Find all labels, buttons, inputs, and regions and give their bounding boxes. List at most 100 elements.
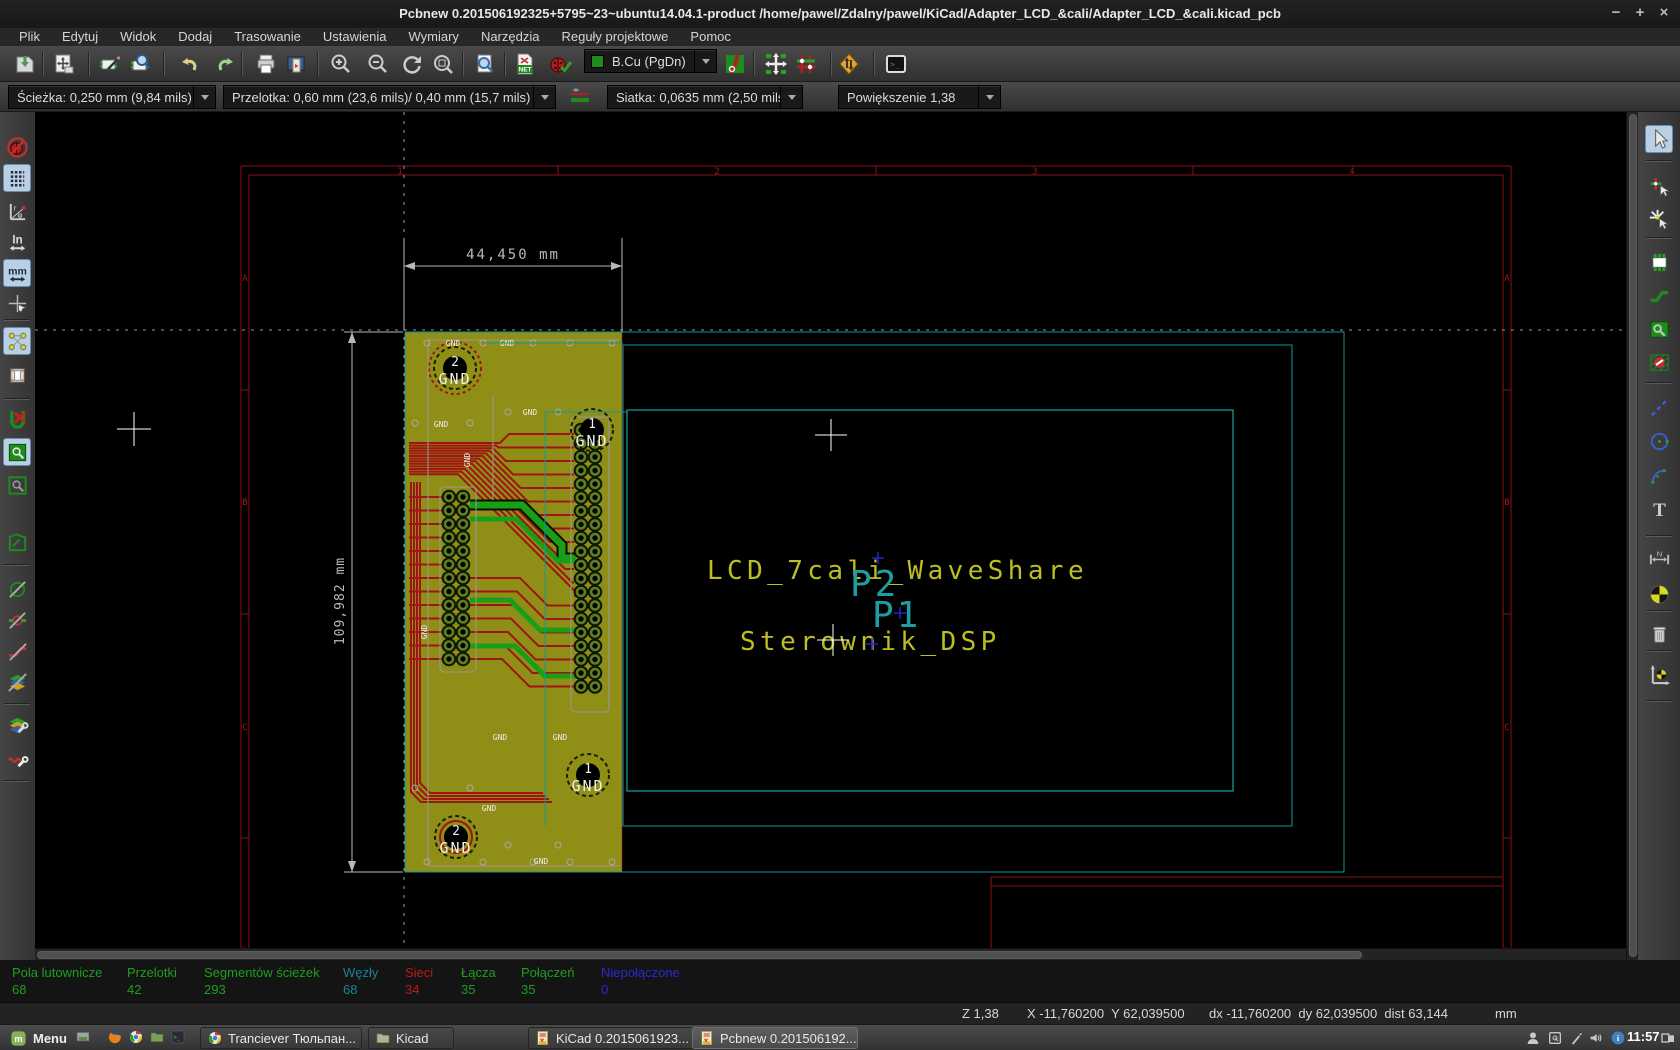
zoom-out-button[interactable] xyxy=(364,50,392,78)
add-circle-button[interactable] xyxy=(1645,427,1673,455)
add-footprint-button[interactable] xyxy=(1645,248,1673,276)
menu-widok[interactable]: Widok xyxy=(109,28,167,46)
zones-unfilled-button[interactable] xyxy=(3,471,31,499)
tray-disk-icon[interactable] xyxy=(1547,1030,1563,1046)
units-mm-button[interactable]: mm xyxy=(3,259,31,287)
footprint-mode-button[interactable] xyxy=(762,50,790,78)
track-width-select[interactable]: Ścieżka: 0,250 mm (9,84 mils) * xyxy=(8,85,216,109)
add-zone-button[interactable] xyxy=(1645,315,1673,343)
zoom-fit-button[interactable] xyxy=(429,50,457,78)
taskbar-task-2[interactable]: KiCad 0.2015061923... xyxy=(528,1027,694,1049)
menu-edytuj[interactable]: Edytuj xyxy=(51,28,109,46)
menu-wymiary[interactable]: Wymiary xyxy=(398,28,470,46)
maximize-button[interactable]: + xyxy=(1628,0,1652,28)
menu-narz-dzia[interactable]: Narzędzia xyxy=(470,28,551,46)
redo-button[interactable] xyxy=(212,50,240,78)
pads-sketch-button[interactable] xyxy=(3,575,31,603)
taskbar-task-1[interactable]: Kicad xyxy=(368,1027,454,1049)
auto-track-width-button[interactable] xyxy=(566,83,594,111)
workspace-switcher-icon[interactable] xyxy=(1660,1030,1676,1046)
menu-plik[interactable]: Plik xyxy=(8,28,51,46)
add-line-button[interactable] xyxy=(1645,393,1673,421)
count-value: 68 xyxy=(12,981,102,998)
chevron-down-icon[interactable] xyxy=(193,86,215,108)
delete-item-button[interactable] xyxy=(1645,620,1673,648)
minimize-button[interactable]: − xyxy=(1604,0,1628,28)
tray-user-icon[interactable] xyxy=(1525,1030,1541,1046)
track-mode-button[interactable] xyxy=(792,50,820,78)
files-launcher[interactable] xyxy=(149,1029,167,1047)
print-button[interactable] xyxy=(252,50,280,78)
page-settings-button[interactable] xyxy=(50,50,78,78)
close-button[interactable]: × xyxy=(1652,0,1676,28)
chevron-down-icon[interactable] xyxy=(533,86,555,108)
show-desktop-launcher[interactable] xyxy=(75,1029,93,1047)
track-autodelete-button[interactable] xyxy=(3,404,31,432)
zoom-level-select[interactable]: Powiększenie 1,38 xyxy=(838,85,1001,109)
select-button[interactable] xyxy=(1645,125,1673,153)
taskbar-task-3[interactable]: Pcbnew 0.201506192... xyxy=(692,1027,858,1049)
hscroll-thumb[interactable] xyxy=(37,951,1362,959)
layer-toggle-button[interactable] xyxy=(721,50,749,78)
chrome-launcher[interactable] xyxy=(128,1029,146,1047)
microwave-tools-button[interactable] xyxy=(3,743,31,771)
vertical-scrollbar[interactable] xyxy=(1626,112,1638,960)
tray-volume-icon[interactable] xyxy=(1588,1030,1604,1046)
menu-button[interactable]: m Menu xyxy=(4,1027,73,1049)
taskbar-task-0[interactable]: Tranciever Тюльпан... xyxy=(200,1027,362,1049)
layer-manager-button[interactable] xyxy=(3,710,31,738)
zones-outline-button[interactable] xyxy=(3,528,31,556)
titlebar[interactable]: Pcbnew 0.201506192325+5795~23~ubuntu14.0… xyxy=(0,0,1680,28)
zones-filled-button[interactable] xyxy=(3,438,31,466)
polar-coords-button[interactable]: rφ xyxy=(3,197,31,225)
vias-sketch-button[interactable] xyxy=(3,606,31,634)
via-size-select[interactable]: Przelotka: 0,60 mm (23,6 mils)/ 0,40 mm … xyxy=(223,85,556,109)
drc-button[interactable] xyxy=(546,50,574,78)
menu-dodaj[interactable]: Dodaj xyxy=(167,28,223,46)
chevron-down-icon[interactable] xyxy=(694,50,716,72)
script-console-button[interactable]: >_ xyxy=(882,50,910,78)
footprint-editor-button[interactable] xyxy=(96,50,124,78)
vscroll-thumb[interactable] xyxy=(1629,114,1637,957)
pcb-canvas[interactable]: 1234AABBCCDD xyxy=(35,112,1626,948)
chevron-down-icon[interactable] xyxy=(780,86,802,108)
tracks-sketch-button[interactable] xyxy=(3,637,31,665)
save-button[interactable] xyxy=(11,50,39,78)
add-arc-button[interactable] xyxy=(1645,461,1673,489)
menu-ustawienia[interactable]: Ustawienia xyxy=(312,28,398,46)
undo-button[interactable] xyxy=(175,50,203,78)
menu-pomoc[interactable]: Pomoc xyxy=(679,28,741,46)
plot-button[interactable] xyxy=(282,50,310,78)
menu-trasowanie[interactable]: Trasowanie xyxy=(223,28,312,46)
zoom-in-button[interactable] xyxy=(327,50,355,78)
grid-size-select[interactable]: Siatka: 0,0635 mm (2,50 mils) xyxy=(607,85,803,109)
tray-brush-icon[interactable] xyxy=(1568,1030,1584,1046)
high-contrast-button[interactable] xyxy=(3,668,31,696)
terminal-launcher-launcher[interactable]: >_ xyxy=(170,1029,188,1047)
highlight-net-button[interactable] xyxy=(1645,173,1673,201)
menu-regu-y-projektowe[interactable]: Reguły projektowe xyxy=(550,28,679,46)
netlist-button[interactable]: NET xyxy=(511,50,539,78)
find-button[interactable] xyxy=(471,50,499,78)
chevron-down-icon[interactable] xyxy=(978,86,1000,108)
cursor-shape-button[interactable] xyxy=(3,289,31,317)
footprint-viewer-button[interactable] xyxy=(127,50,155,78)
add-text-button[interactable]: T xyxy=(1645,495,1673,523)
add-target-button[interactable] xyxy=(1645,580,1673,608)
tray-shield-icon[interactable]: i xyxy=(1610,1030,1626,1046)
local-ratsnest-button[interactable] xyxy=(1645,205,1673,233)
layer-selector[interactable]: B.Cu (PgDn) xyxy=(584,49,717,73)
units-inch-button[interactable]: In xyxy=(3,228,31,256)
add-track-button[interactable] xyxy=(1645,282,1673,310)
grid-origin-button[interactable] xyxy=(1645,660,1673,688)
grid-visibility-button[interactable] xyxy=(3,164,31,192)
add-dimension-button[interactable]: N xyxy=(1645,545,1673,573)
add-keepout-button[interactable] xyxy=(1645,348,1673,376)
drc-off-button[interactable] xyxy=(3,133,31,161)
firefox-launcher[interactable] xyxy=(107,1029,125,1047)
zoom-redraw-button[interactable] xyxy=(398,50,426,78)
fast-route-button[interactable] xyxy=(835,50,863,78)
horizontal-scrollbar[interactable] xyxy=(35,948,1626,960)
ratsnest-footprint-button[interactable] xyxy=(3,361,31,389)
ratsnest-button[interactable] xyxy=(3,327,31,355)
